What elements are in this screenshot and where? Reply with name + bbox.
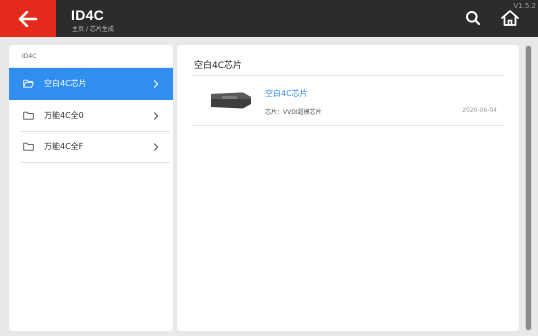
search-icon: [466, 11, 481, 26]
page-title: 空白4C芯片: [194, 61, 243, 71]
chevron-right-icon: [153, 143, 159, 151]
breadcrumb: 主页 / 芯片生成: [72, 26, 114, 33]
back-arrow-icon: [18, 10, 38, 27]
back-button[interactable]: [0, 0, 56, 37]
sidebar-item-label: 空白4C芯片: [44, 79, 87, 88]
folder-icon: [23, 142, 34, 151]
chevron-right-icon: [153, 112, 159, 120]
sidebar-item-universal-4c-all-f[interactable]: 万能4C全F: [9, 131, 173, 163]
divider: [192, 75, 504, 76]
top-bar: ID4C 主页 / 芯片生成 V1.5.2: [0, 0, 538, 37]
folder-open-icon: [23, 79, 34, 88]
home-icon: [501, 10, 519, 26]
chip-item-title[interactable]: 空白4C芯片: [265, 88, 308, 99]
chevron-right-icon: [153, 80, 159, 88]
chip-item-date: 2020-06-04: [462, 107, 497, 114]
chip-icon[interactable]: [210, 90, 252, 111]
sidebar-item-universal-4c-all-0[interactable]: 万能4C全0: [9, 100, 173, 132]
content-panel: 空白4C芯片 空白4C芯片 芯片：VVDI超模芯片 2020-06-04: [177, 45, 519, 331]
app-title: ID4C: [71, 7, 105, 23]
sidebar: ID4C 空白4C芯片 万能4C全0 万能4C全F: [9, 45, 173, 331]
divider: [192, 125, 504, 126]
folder-icon: [23, 111, 34, 120]
home-button[interactable]: [500, 9, 520, 27]
sidebar-item-blank-4c-chip[interactable]: 空白4C芯片: [9, 68, 173, 100]
scrollbar-thumb[interactable]: [526, 46, 531, 330]
sidebar-heading: ID4C: [22, 53, 37, 60]
sidebar-item-label: 万能4C全0: [44, 111, 84, 120]
search-button[interactable]: [465, 10, 481, 26]
chip-item-subtitle: 芯片：VVDI超模芯片: [265, 109, 322, 116]
sidebar-item-label: 万能4C全F: [44, 142, 84, 151]
